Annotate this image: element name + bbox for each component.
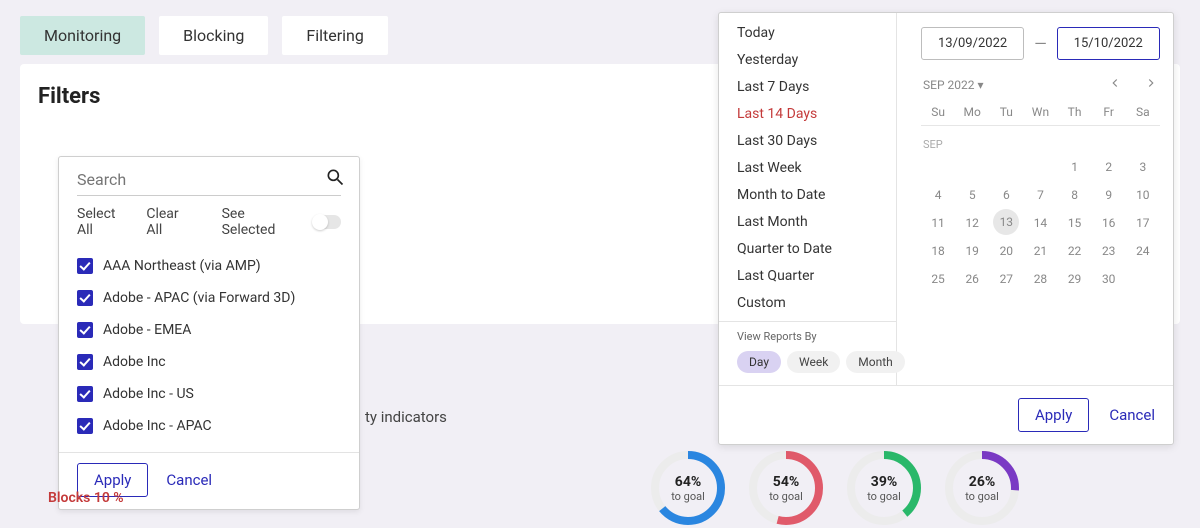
goal-donut: 54%to goal xyxy=(746,448,826,528)
calendar-day[interactable]: 27 xyxy=(989,265,1023,293)
calendar-day[interactable]: 12 xyxy=(955,209,989,237)
checkbox-icon[interactable] xyxy=(77,322,93,338)
calendar-day[interactable]: 6 xyxy=(989,181,1023,209)
calendar-day[interactable]: 11 xyxy=(921,209,955,237)
calendar-day[interactable]: 13 xyxy=(989,209,1023,237)
dow-row: SuMoTuWnThFrSa xyxy=(921,105,1160,126)
calendar-day[interactable]: 17 xyxy=(1126,209,1160,237)
view-by-label: View Reports By xyxy=(737,330,896,343)
see-selected-toggle[interactable] xyxy=(313,215,341,229)
calendar-day[interactable]: 9 xyxy=(1092,181,1126,209)
chevron-down-icon: ▾ xyxy=(977,78,983,92)
list-item[interactable]: Adobe Inc - APAC xyxy=(77,410,347,442)
date-dash: — xyxy=(1034,34,1047,53)
goals-row: 64%to goal 54%to goal 39%to goal 26%to g… xyxy=(648,448,1022,528)
date-end-input[interactable]: 15/10/2022 xyxy=(1057,27,1160,60)
date-start-input[interactable]: 13/09/2022 xyxy=(921,27,1024,60)
list-item[interactable]: AAA Northeast (via AMP) xyxy=(77,250,347,282)
clear-all-link[interactable]: Clear All xyxy=(146,206,197,238)
preset-option[interactable]: Last 30 Days xyxy=(737,133,896,149)
preset-option[interactable]: Last 7 Days xyxy=(737,79,896,95)
preset-option[interactable]: Quarter to Date xyxy=(737,241,896,257)
checkbox-icon[interactable] xyxy=(77,354,93,370)
filter-popover: Select All Clear All See Selected AAA No… xyxy=(58,156,360,510)
calendar-day[interactable]: 3 xyxy=(1126,153,1160,181)
calendar-day[interactable]: 22 xyxy=(1058,237,1092,265)
checkbox-icon[interactable] xyxy=(77,418,93,434)
calendar-day[interactable]: 1 xyxy=(1058,153,1092,181)
goal-donut: 64%to goal xyxy=(648,448,728,528)
calendar-day[interactable]: 26 xyxy=(955,265,989,293)
calendar-day[interactable]: 7 xyxy=(1023,181,1057,209)
calendar-day[interactable]: 10 xyxy=(1126,181,1160,209)
prev-month-icon[interactable] xyxy=(1108,76,1122,93)
calendar-day[interactable]: 28 xyxy=(1023,265,1057,293)
checkbox-icon[interactable] xyxy=(77,290,93,306)
tab-blocking[interactable]: Blocking xyxy=(159,16,268,55)
view-by-chip[interactable]: Month xyxy=(846,351,904,373)
view-by-chip[interactable]: Day xyxy=(737,351,781,373)
preset-option[interactable]: Last Week xyxy=(737,160,896,176)
search-icon[interactable] xyxy=(325,167,345,191)
calendar-day[interactable]: 24 xyxy=(1126,237,1160,265)
checkbox-icon[interactable] xyxy=(77,258,93,274)
preset-option[interactable]: Last Quarter xyxy=(737,268,896,284)
preset-option[interactable]: Month to Date xyxy=(737,187,896,203)
indicator-text-fragment: ty indicators xyxy=(365,408,447,426)
month-label[interactable]: SEP 2022 ▾ xyxy=(923,78,983,92)
calendar-day[interactable]: 15 xyxy=(1058,209,1092,237)
week-label: SEP xyxy=(921,134,1160,153)
calendar-day[interactable]: 16 xyxy=(1092,209,1126,237)
list-item[interactable]: Adobe Inc xyxy=(77,346,347,378)
calendar-day[interactable]: 2 xyxy=(1092,153,1126,181)
checkbox-icon[interactable] xyxy=(77,386,93,402)
tab-filtering[interactable]: Filtering xyxy=(282,16,387,55)
date-range-panel: Today Yesterday Last 7 Days Last 14 Days Las… xyxy=(718,12,1174,445)
list-item[interactable]: Adobe - EMEA xyxy=(77,314,347,346)
view-by-chip[interactable]: Week xyxy=(787,351,840,373)
calendar-day[interactable]: 4 xyxy=(921,181,955,209)
list-item[interactable]: Adobe - APAC (via Forward 3D) xyxy=(77,282,347,314)
calendar-day[interactable]: 21 xyxy=(1023,237,1057,265)
calendar-day[interactable]: 25 xyxy=(921,265,955,293)
calendar-day[interactable]: 20 xyxy=(989,237,1023,265)
date-apply-button[interactable]: Apply xyxy=(1018,398,1089,432)
preset-option[interactable]: Last Month xyxy=(737,214,896,230)
blocks-text: Blocks 10 % xyxy=(48,490,124,506)
goal-donut: 26%to goal xyxy=(942,448,1022,528)
filter-cancel-link[interactable]: Cancel xyxy=(166,471,212,489)
select-all-link[interactable]: Select All xyxy=(77,206,134,238)
preset-option[interactable]: Today xyxy=(737,25,896,41)
filter-list: AAA Northeast (via AMP) Adobe - APAC (vi… xyxy=(59,244,359,452)
preset-option[interactable]: Last 14 Days xyxy=(737,106,896,122)
calendar-day[interactable]: 23 xyxy=(1092,237,1126,265)
calendar-day[interactable]: 19 xyxy=(955,237,989,265)
goal-donut: 39%to goal xyxy=(844,448,924,528)
preset-list: Today Yesterday Last 7 Days Last 14 Days Las… xyxy=(719,13,896,321)
preset-option[interactable]: Yesterday xyxy=(737,52,896,68)
calendar-grid: 1234567891011121314151617181920212223242… xyxy=(921,153,1160,293)
view-by-segment: DayWeekMonth xyxy=(737,351,896,373)
see-selected-label: See Selected xyxy=(222,206,302,238)
tab-monitoring[interactable]: Monitoring xyxy=(20,16,145,55)
calendar-day[interactable]: 29 xyxy=(1058,265,1092,293)
date-cancel-link[interactable]: Cancel xyxy=(1109,406,1155,424)
calendar-day[interactable]: 14 xyxy=(1023,209,1057,237)
search-input[interactable] xyxy=(77,170,325,189)
calendar-day[interactable]: 5 xyxy=(955,181,989,209)
preset-option[interactable]: Custom xyxy=(737,295,896,311)
next-month-icon[interactable] xyxy=(1144,76,1158,93)
calendar-day[interactable]: 18 xyxy=(921,237,955,265)
calendar-day[interactable]: 8 xyxy=(1058,181,1092,209)
calendar-day[interactable]: 30 xyxy=(1092,265,1126,293)
list-item[interactable]: Adobe Inc - US xyxy=(77,378,347,410)
